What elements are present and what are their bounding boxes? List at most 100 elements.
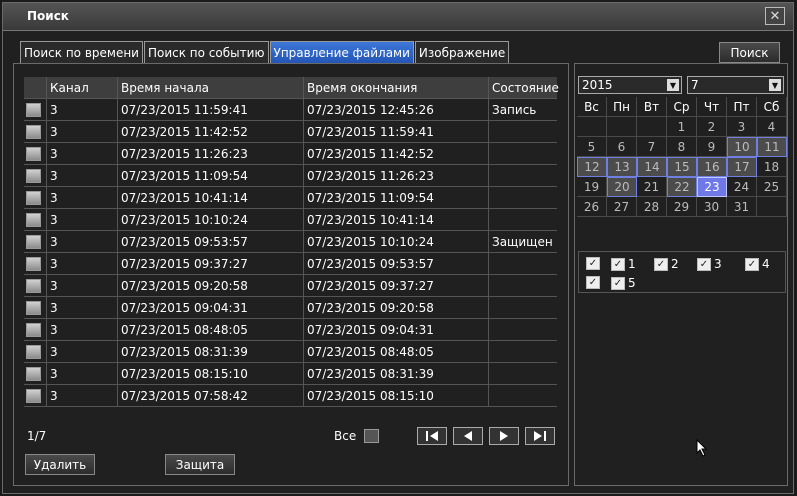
weekday-label: Вс xyxy=(577,97,607,117)
month-select[interactable]: 7 ▼ xyxy=(687,76,784,94)
prev-page-button[interactable] xyxy=(453,427,483,445)
calendar-day[interactable]: 17 xyxy=(727,157,757,177)
channel-all-checkbox[interactable]: ✓ xyxy=(586,257,600,270)
calendar-day[interactable]: 20 xyxy=(607,177,637,197)
calendar-day[interactable]: 21 xyxy=(637,177,667,197)
calendar-day[interactable]: 4 xyxy=(757,117,787,137)
row-checkbox[interactable] xyxy=(26,124,41,139)
calendar-day[interactable]: 16 xyxy=(697,157,727,177)
calendar-day[interactable]: 25 xyxy=(757,177,787,197)
delete-button[interactable]: Удалить xyxy=(25,454,95,475)
last-page-button[interactable] xyxy=(525,427,555,445)
row-select-cell xyxy=(24,319,47,340)
checkmark-icon: ✓ xyxy=(586,257,600,270)
cell-state xyxy=(489,297,557,318)
tab-time-search[interactable]: Поиск по времени xyxy=(20,41,143,63)
row-checkbox[interactable] xyxy=(26,366,41,381)
table-row[interactable]: 3 07/23/2015 09:20:58 07/23/2015 09:37:27 xyxy=(24,275,557,297)
calendar-day[interactable]: 18 xyxy=(757,157,787,177)
calendar-day[interactable]: 30 xyxy=(697,197,727,217)
row-checkbox[interactable] xyxy=(26,256,41,271)
row-checkbox[interactable] xyxy=(26,190,41,205)
channel-checkbox-2[interactable]: ✓ 2 xyxy=(654,257,679,271)
channel-checkbox-5[interactable]: ✓ 5 xyxy=(611,276,636,290)
table-row[interactable]: 3 07/23/2015 09:53:57 07/23/2015 10:10:24 З… xyxy=(24,231,557,253)
row-checkbox[interactable] xyxy=(26,300,41,315)
row-checkbox[interactable] xyxy=(26,234,41,249)
calendar-day[interactable]: 5 xyxy=(577,137,607,157)
channel-checkbox-3[interactable]: ✓ 3 xyxy=(697,257,722,271)
calendar-day[interactable]: 8 xyxy=(667,137,697,157)
row-select-cell xyxy=(24,121,47,142)
calendar-day[interactable]: 7 xyxy=(637,137,667,157)
table-row[interactable]: 3 07/23/2015 11:26:23 07/23/2015 11:42:52 xyxy=(24,143,557,165)
channel-checkbox-4[interactable]: ✓ 4 xyxy=(745,257,770,271)
calendar-day[interactable]: 19 xyxy=(577,177,607,197)
row-checkbox[interactable] xyxy=(26,168,41,183)
next-page-button[interactable] xyxy=(489,427,519,445)
calendar-day[interactable]: 23 xyxy=(697,177,727,197)
table-row[interactable]: 3 07/23/2015 09:04:31 07/23/2015 09:20:58 xyxy=(24,297,557,319)
row-checkbox[interactable] xyxy=(26,278,41,293)
select-all-checkbox[interactable] xyxy=(364,429,379,443)
calendar-day[interactable]: 12 xyxy=(577,157,607,177)
table-row[interactable]: 3 07/23/2015 07:58:42 07/23/2015 08:15:10 xyxy=(24,385,557,407)
calendar-day[interactable]: 26 xyxy=(577,197,607,217)
year-select[interactable]: 2015 ▼ xyxy=(578,76,682,94)
calendar-day[interactable]: 2 xyxy=(697,117,727,137)
row-checkbox[interactable] xyxy=(26,322,41,337)
row-checkbox[interactable] xyxy=(26,388,41,403)
cell-start-time: 07/23/2015 08:15:10 xyxy=(118,363,304,384)
table-row[interactable]: 3 07/23/2015 11:59:41 07/23/2015 12:45:26 З… xyxy=(24,99,557,121)
table-header: Канал Время начала Время окончания Состо… xyxy=(24,77,559,99)
calendar-day[interactable]: 6 xyxy=(607,137,637,157)
table-row[interactable]: 3 07/23/2015 11:09:54 07/23/2015 11:26:23 xyxy=(24,165,557,187)
calendar-day[interactable]: 3 xyxy=(727,117,757,137)
channel-all-checkbox-row2[interactable]: ✓ xyxy=(586,276,600,289)
protect-button[interactable]: Защита xyxy=(165,454,235,475)
calendar-day[interactable]: 22 xyxy=(667,177,697,197)
cell-channel: 3 xyxy=(47,385,118,406)
calendar-day[interactable]: 11 xyxy=(757,137,787,157)
first-page-button[interactable] xyxy=(417,427,447,445)
cell-channel: 3 xyxy=(47,231,118,252)
close-button[interactable]: ✕ xyxy=(765,7,785,25)
tab-file-management[interactable]: Управление файлами xyxy=(269,41,414,63)
calendar-day[interactable]: 24 xyxy=(727,177,757,197)
row-checkbox[interactable] xyxy=(26,212,41,227)
calendar-day[interactable]: 15 xyxy=(667,157,697,177)
chevron-down-icon: ▼ xyxy=(769,79,781,91)
calendar-day[interactable]: 13 xyxy=(607,157,637,177)
search-button[interactable]: Поиск xyxy=(719,42,780,63)
row-checkbox[interactable] xyxy=(26,344,41,359)
row-checkbox[interactable] xyxy=(26,102,41,117)
calendar-day[interactable]: 29 xyxy=(667,197,697,217)
table-row[interactable]: 3 07/23/2015 09:37:27 07/23/2015 09:53:57 xyxy=(24,253,557,275)
weekday-label: Сб xyxy=(757,97,787,117)
calendar-day[interactable]: 1 xyxy=(667,117,697,137)
calendar-grid: Вс Пн Вт Ср Чт Пт Сб 1 2 3 4 5 6 7 8 9 10 11 12 13 14 15 16 17 1… xyxy=(577,97,787,217)
row-select-cell xyxy=(24,209,47,230)
calendar-day[interactable]: 27 xyxy=(607,197,637,217)
cell-end-time: 07/23/2015 08:15:10 xyxy=(304,385,489,406)
table-row[interactable]: 3 07/23/2015 10:41:14 07/23/2015 11:09:54 xyxy=(24,187,557,209)
row-select-cell xyxy=(24,143,47,164)
row-checkbox[interactable] xyxy=(26,146,41,161)
close-icon: ✕ xyxy=(769,8,781,24)
calendar-day[interactable]: 31 xyxy=(727,197,757,217)
table-row[interactable]: 3 07/23/2015 08:15:10 07/23/2015 08:31:39 xyxy=(24,363,557,385)
cell-start-time: 07/23/2015 11:42:52 xyxy=(118,121,304,142)
table-row[interactable]: 3 07/23/2015 11:42:52 07/23/2015 11:59:41 xyxy=(24,121,557,143)
channel-label: 1 xyxy=(628,257,636,271)
channel-checkbox-1[interactable]: ✓ 1 xyxy=(611,257,636,271)
tab-image[interactable]: Изображение xyxy=(414,41,510,63)
calendar-day[interactable]: 10 xyxy=(727,137,757,157)
table-row[interactable]: 3 07/23/2015 08:48:05 07/23/2015 09:04:31 xyxy=(24,319,557,341)
table-row[interactable]: 3 07/23/2015 10:10:24 07/23/2015 10:41:14 xyxy=(24,209,557,231)
table-row[interactable]: 3 07/23/2015 08:31:39 07/23/2015 08:48:05 xyxy=(24,341,557,363)
calendar-day[interactable]: 14 xyxy=(637,157,667,177)
tab-event-search[interactable]: Поиск по событию xyxy=(143,41,269,63)
cell-start-time: 07/23/2015 11:59:41 xyxy=(118,99,304,120)
calendar-day[interactable]: 28 xyxy=(637,197,667,217)
calendar-day[interactable]: 9 xyxy=(697,137,727,157)
